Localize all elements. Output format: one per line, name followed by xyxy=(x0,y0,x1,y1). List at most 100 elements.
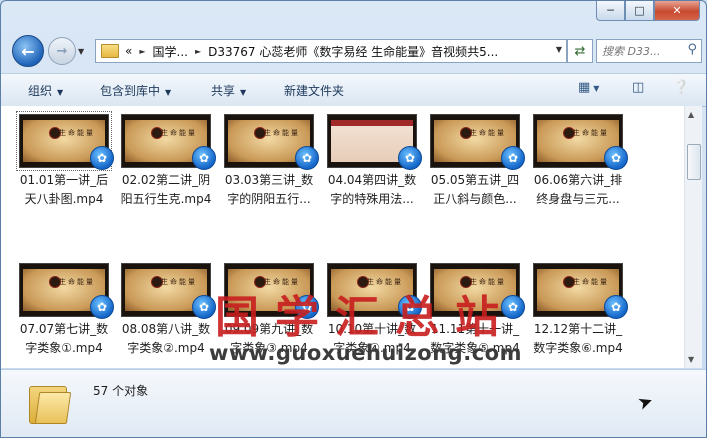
back-arrow-icon: ← xyxy=(21,41,35,61)
search-input[interactable] xyxy=(602,44,682,58)
new-folder-label: 新建文件夹 xyxy=(284,84,345,98)
scroll-thumb[interactable] xyxy=(687,144,701,180)
item-count: 57 个对象 xyxy=(93,384,149,398)
file-name: 05.05第五讲_四 正八斜与颜色... xyxy=(425,171,525,209)
search-box: ⚲ xyxy=(596,39,702,63)
file-item[interactable]: 生命能量 ✿ 01.01第一讲_后 天八卦图.mp4 xyxy=(14,111,114,214)
file-name: 12.12第十二讲_ 数字类象⑥.mp4 xyxy=(528,320,628,358)
file-item[interactable]: ✿ 04.04第四讲_数 字的特殊用法... xyxy=(322,114,422,214)
address-dropdown-icon[interactable]: ▼ xyxy=(556,45,562,54)
new-folder-button[interactable]: 新建文件夹 xyxy=(284,82,344,99)
scroll-up-icon[interactable]: ▲ xyxy=(688,110,694,119)
address-bar[interactable]: « ► 国学... ► D33767 心蕊老师《数字易经 生命能量》音视频共5.… xyxy=(95,39,567,63)
file-name-line: 06.06第六讲_排 xyxy=(533,173,623,187)
file-name-line: 01.01第一讲_后 xyxy=(19,173,109,187)
maximize-icon: □ xyxy=(634,4,645,17)
media-player-icon: ✿ xyxy=(604,295,628,319)
help-button[interactable]: ❔ xyxy=(673,80,689,95)
media-player-icon: ✿ xyxy=(192,295,216,319)
include-library-label: 包含到库中 xyxy=(100,84,161,98)
file-item[interactable]: 生命能量 ✿ 08.08第八讲_数 字类象②.mp4 xyxy=(116,263,216,363)
preview-pane-button[interactable]: ◫ xyxy=(632,80,644,95)
minimize-icon: ─ xyxy=(607,4,614,17)
media-player-icon: ✿ xyxy=(501,146,525,170)
media-player-icon: ✿ xyxy=(398,146,422,170)
thumbnail-title: 生命能量 xyxy=(161,278,197,286)
file-name: 01.01第一讲_后 天八卦图.mp4 xyxy=(14,171,114,209)
close-icon: ✕ xyxy=(672,4,682,17)
help-icon: ❔ xyxy=(673,80,690,95)
file-item[interactable]: 生命能量 ✿ 07.07第七讲_数 字类象①.mp4 xyxy=(14,263,114,363)
file-name-line: 05.05第五讲_四 xyxy=(430,173,520,187)
file-name-line: 04.04第四讲_数 xyxy=(327,173,417,187)
media-player-icon: ✿ xyxy=(90,295,114,319)
file-name-line: 字类象①.mp4 xyxy=(25,341,103,355)
media-player-icon: ✿ xyxy=(192,146,216,170)
media-player-icon: ✿ xyxy=(90,146,114,170)
thumbnail-title: 生命能量 xyxy=(573,278,609,286)
explorer-window: ─ □ ✕ ← → ▼ « ► 国学... ► D33767 心蕊老师《数字易经… xyxy=(0,0,707,438)
file-name-line: 天八卦图.mp4 xyxy=(24,192,104,206)
back-button[interactable]: ← xyxy=(12,35,44,67)
title-bar: ─ □ ✕ xyxy=(1,1,706,31)
organize-label: 组织 xyxy=(28,84,53,98)
file-name: 03.03第三讲_数 字的阴阳五行... xyxy=(219,171,319,209)
recent-pages-dropdown[interactable]: ▼ xyxy=(78,47,84,56)
file-name-line: 数字类象⑥.mp4 xyxy=(533,341,623,355)
minimize-button[interactable]: ─ xyxy=(596,1,625,21)
include-in-library-menu[interactable]: 包含到库中 ▼ xyxy=(100,82,171,99)
vertical-scrollbar[interactable]: ▲ ▼ xyxy=(684,106,702,368)
search-icon[interactable]: ⚲ xyxy=(687,42,697,57)
file-name-line: 字的特殊用法... xyxy=(330,192,414,206)
file-item[interactable]: 生命能量 ✿ 05.05第五讲_四 正八斜与颜色... xyxy=(425,114,525,214)
file-name-line: 08.08第八讲_数 xyxy=(121,322,211,336)
watermark-url: www.guoxuehuizong.com xyxy=(209,341,522,365)
refresh-icon: ⇄ xyxy=(574,43,586,59)
watermark-text: 国学汇总站 xyxy=(215,292,515,343)
folder-icon xyxy=(101,44,119,58)
file-name-line: 12.12第十二讲_ xyxy=(533,322,623,336)
file-item[interactable]: 生命能量 ✿ 12.12第十二讲_ 数字类象⑥.mp4 xyxy=(528,263,628,363)
breadcrumb-overflow[interactable]: « xyxy=(125,44,132,58)
file-list: 生命能量 ✿ 01.01第一讲_后 天八卦图.mp4 生命能量 ✿ 02.02第二讲_阴 阳五… xyxy=(1,106,684,368)
breadcrumb-item-guoxue[interactable]: 国学... xyxy=(153,43,188,60)
view-options-icon: ▦ xyxy=(578,80,591,95)
file-name-line: 字的阴阳五行... xyxy=(227,192,311,206)
file-name: 07.07第七讲_数 字类象①.mp4 xyxy=(14,320,114,358)
refresh-button[interactable]: ⇄ xyxy=(567,39,593,63)
file-item[interactable]: 生命能量 ✿ 06.06第六讲_排 终身盘与三元... xyxy=(528,114,628,214)
thumbnail-title: 生命能量 xyxy=(573,129,609,137)
change-view-button[interactable]: ▦ ▼ xyxy=(578,80,599,95)
share-menu[interactable]: 共享 ▼ xyxy=(211,82,246,99)
breadcrumb-separator-icon[interactable]: ► xyxy=(195,47,201,56)
file-name-line: 阳五行生克.mp4 xyxy=(120,192,212,206)
chevron-down-icon: ▼ xyxy=(165,88,172,97)
folder-icon xyxy=(29,382,77,424)
file-item[interactable]: 生命能量 ✿ 03.03第三讲_数 字的阴阳五行... xyxy=(219,114,319,214)
details-pane: 57 个对象 xyxy=(1,369,706,437)
caption-buttons: ─ □ ✕ xyxy=(596,1,700,21)
thumbnail-title: 生命能量 xyxy=(264,129,300,137)
preview-pane-icon: ◫ xyxy=(632,80,645,95)
command-bar: 组织 ▼ 包含到库中 ▼ 共享 ▼ 新建文件夹 ▦ ▼ ◫ ❔ xyxy=(1,73,706,107)
chevron-down-icon: ▼ xyxy=(240,88,247,97)
chevron-down-icon: ▼ xyxy=(593,84,600,93)
media-player-icon: ✿ xyxy=(604,146,628,170)
close-button[interactable]: ✕ xyxy=(654,1,700,21)
file-name: 02.02第二讲_阴 阳五行生克.mp4 xyxy=(116,171,216,209)
chevron-down-icon: ▼ xyxy=(57,88,64,97)
organize-menu[interactable]: 组织 ▼ xyxy=(28,82,63,99)
media-player-icon: ✿ xyxy=(295,146,319,170)
forward-button[interactable]: → xyxy=(48,37,76,65)
file-name-line: 03.03第三讲_数 xyxy=(224,173,314,187)
file-name: 08.08第八讲_数 字类象②.mp4 xyxy=(116,320,216,358)
thumbnail-title: 生命能量 xyxy=(59,129,95,137)
file-name-line: 终身盘与三元... xyxy=(536,192,620,206)
thumbnail-title: 生命能量 xyxy=(59,278,95,286)
maximize-button[interactable]: □ xyxy=(625,1,654,21)
scroll-down-icon[interactable]: ▼ xyxy=(688,355,694,364)
breadcrumb-separator-icon[interactable]: ► xyxy=(139,47,145,56)
breadcrumb-item-current[interactable]: D33767 心蕊老师《数字易经 生命能量》音视频共5... xyxy=(208,43,498,60)
file-item[interactable]: 生命能量 ✿ 02.02第二讲_阴 阳五行生克.mp4 xyxy=(116,114,216,214)
file-name: 06.06第六讲_排 终身盘与三元... xyxy=(528,171,628,209)
